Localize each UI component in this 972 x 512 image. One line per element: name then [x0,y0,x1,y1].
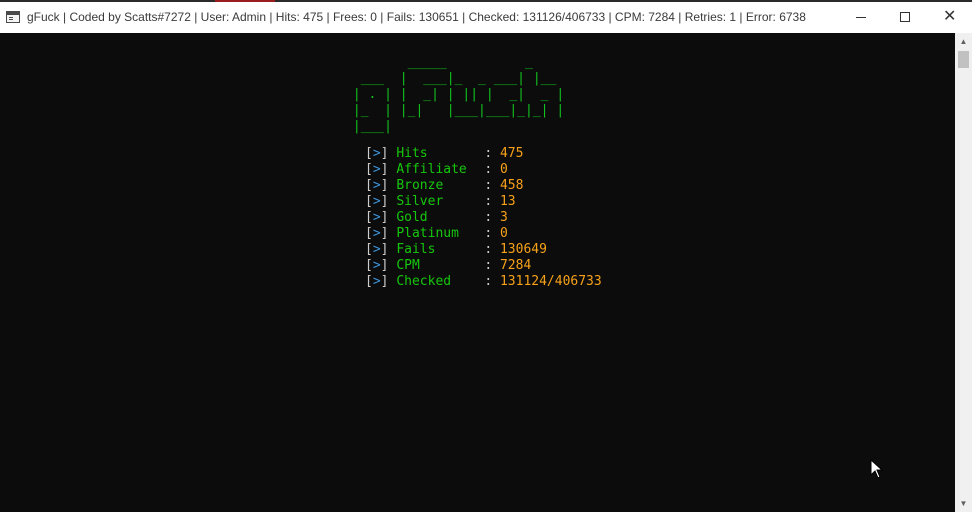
stat-value: 0 [499,162,508,177]
prefix-open: [ [365,178,373,193]
stat-value: 7284 [499,258,532,273]
stat-separator: : [484,242,500,257]
mouse-cursor-icon [870,459,884,479]
stat-separator: : [484,210,500,225]
prefix-open: [ [365,146,373,161]
window-title: gFuck | Coded by Scatts#7272 | User: Adm… [27,10,806,24]
prefix-close: ] [380,226,389,241]
stat-value: 475 [499,146,524,161]
stat-label: CPM [396,258,420,273]
stat-label: Checked [396,274,452,289]
vertical-scrollbar[interactable]: ▲ ▼ [955,33,972,512]
stat-row: [>] CPM: 7284 [365,258,602,274]
stat-value: 13 [499,194,516,209]
stat-label: Silver [396,194,444,209]
prefix-close: ] [380,194,389,209]
stat-value: 0 [499,226,508,241]
prefix-arrow: > [372,226,381,241]
prefix-close: ] [380,242,389,257]
minimize-icon [856,17,866,18]
close-icon: ✕ [943,6,957,25]
stat-label: Affiliate [396,162,467,177]
title-bar[interactable]: gFuck | Coded by Scatts#7272 | User: Adm… [0,2,972,33]
stat-separator: : [484,226,500,241]
stat-label: Bronze [396,178,444,193]
console-app-icon[interactable] [6,11,20,23]
console-output[interactable]: _____ _ ___ | ___|_ _ ___| |__ | . | | _… [0,33,955,512]
stat-separator: : [484,178,500,193]
prefix-open: [ [365,258,373,273]
maximize-icon [900,12,910,22]
stat-separator: : [484,194,500,209]
prefix-arrow: > [372,210,381,225]
prefix-close: ] [380,210,389,225]
stat-value: 131124/406733 [499,274,602,289]
stat-row: [>] Fails: 130649 [365,242,602,258]
stat-row: [>] Hits: 475 [365,146,602,162]
prefix-close: ] [380,258,389,273]
prefix-open: [ [365,162,373,177]
stat-row: [>] Bronze: 458 [365,178,602,194]
stats-list: [>] Hits: 475 [>] Affiliate: 0 [>] Bronze:… [365,146,602,290]
stat-value: 458 [499,178,524,193]
stat-label: Platinum [396,226,459,241]
prefix-close: ] [380,274,389,289]
stat-separator: : [484,162,500,177]
stat-separator: : [484,274,500,289]
prefix-close: ] [380,178,389,193]
prefix-arrow: > [372,194,381,209]
prefix-arrow: > [372,258,381,273]
prefix-arrow: > [372,242,381,257]
close-button[interactable]: ✕ [926,2,972,33]
prefix-arrow: > [372,162,381,177]
ascii-logo: _____ _ ___ | ___|_ _ ___| |__ | . | | _… [352,55,565,134]
prefix-open: [ [365,226,373,241]
prefix-arrow: > [372,146,381,161]
stat-separator: : [484,146,500,161]
scroll-down-button[interactable]: ▼ [955,495,972,512]
stat-row: [>] Affiliate: 0 [365,162,602,178]
stat-label: Hits [396,146,428,161]
stat-separator: : [484,258,500,273]
scroll-up-button[interactable]: ▲ [955,33,972,50]
prefix-arrow: > [372,178,381,193]
prefix-close: ] [380,146,389,161]
stat-row: [>] Gold: 3 [365,210,602,226]
prefix-close: ] [380,162,389,177]
prefix-open: [ [365,242,373,257]
stat-label: Gold [396,210,428,225]
stat-row: [>] Silver: 13 [365,194,602,210]
stat-row: [>] Checked: 131124/406733 [365,274,602,290]
stat-label: Fails [396,242,436,257]
maximize-button[interactable] [882,2,928,33]
minimize-button[interactable] [838,2,884,33]
stat-value: 3 [499,210,508,225]
prefix-open: [ [365,274,373,289]
prefix-open: [ [365,210,373,225]
scrollbar-thumb[interactable] [958,51,969,68]
prefix-arrow: > [372,274,381,289]
stat-value: 130649 [499,242,547,257]
stat-row: [>] Platinum: 0 [365,226,602,242]
prefix-open: [ [365,194,373,209]
